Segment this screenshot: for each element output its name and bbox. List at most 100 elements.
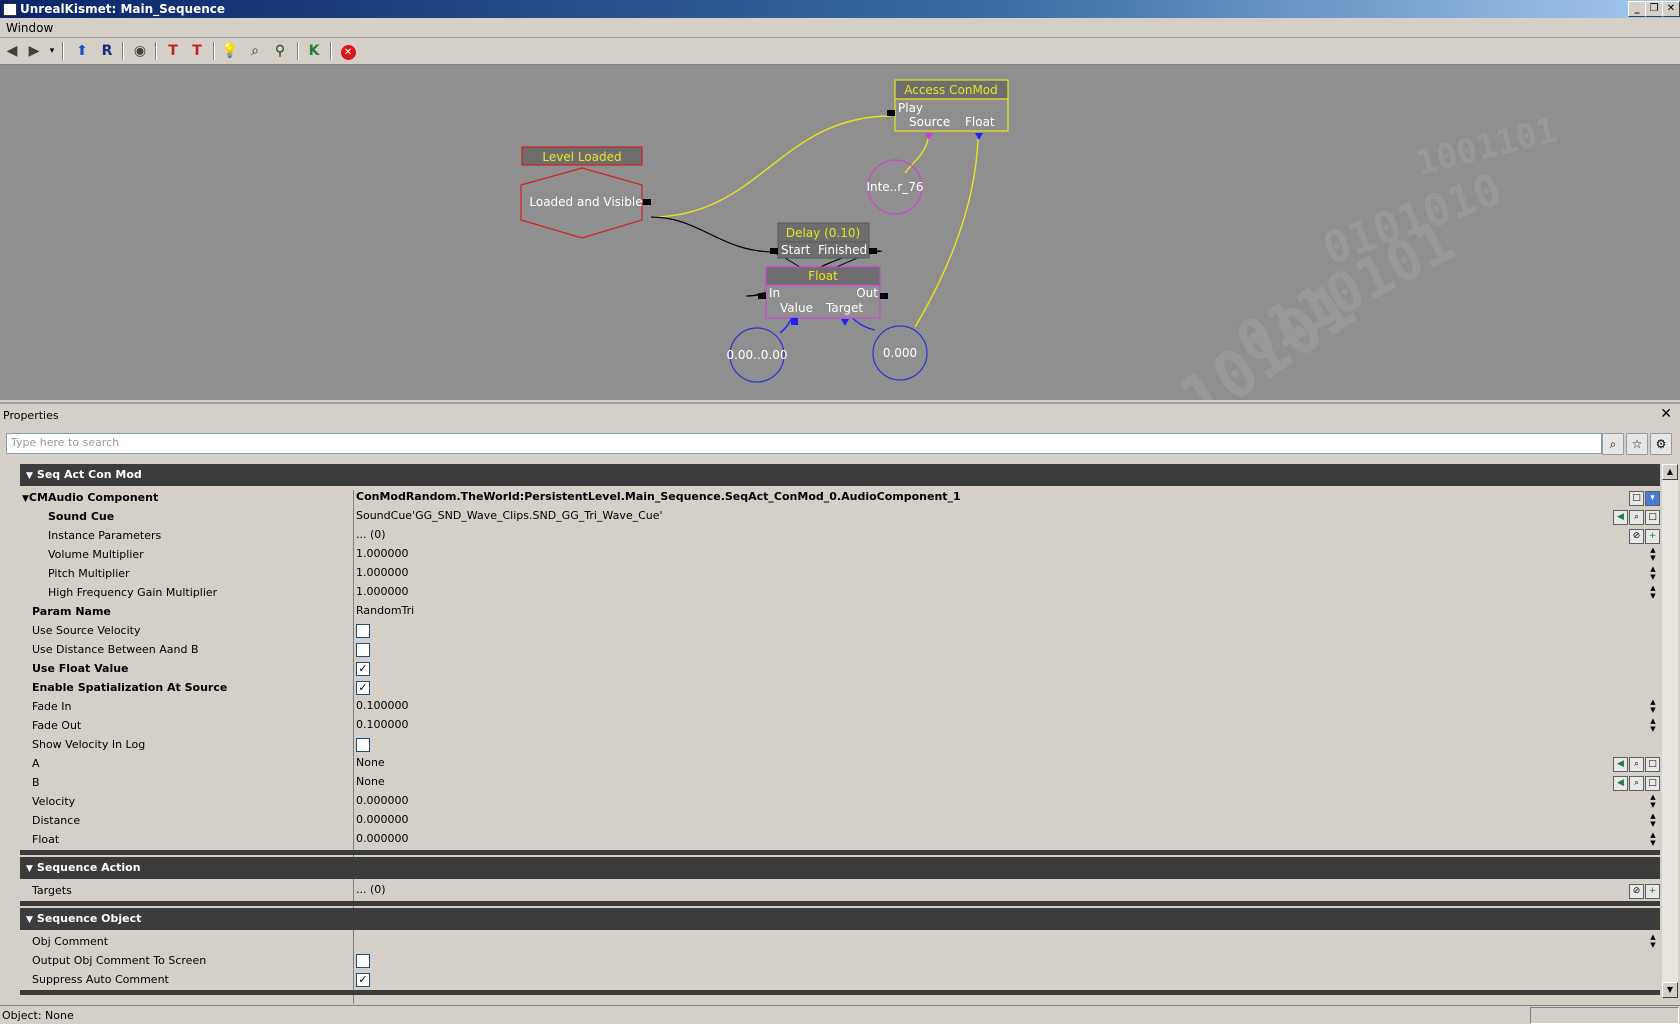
clear-icon[interactable]: □ <box>1645 757 1660 772</box>
browse-icon[interactable]: ⌕ <box>1629 510 1644 525</box>
clear-icon[interactable]: □ <box>1645 776 1660 791</box>
category-seq-act-con-mod[interactable]: ▼ Seq Act Con Mod <box>20 464 1660 486</box>
use-selected-icon[interactable]: ◀ <box>1613 510 1628 525</box>
object-variable-node[interactable]: Inte..r_76 <box>866 159 924 215</box>
enable-spatialization-checkbox[interactable]: ✓ <box>356 681 370 695</box>
property-row-sound-cue[interactable]: Sound Cue SoundCue'GG_SND_Wave_Clips.SND… <box>20 507 1660 526</box>
add-item-icon[interactable]: + <box>1645 529 1660 544</box>
value-spinner-icon[interactable]: ▲ ▼ <box>1648 698 1658 714</box>
float-var-connector[interactable] <box>975 133 983 140</box>
float-target-connector[interactable] <box>841 319 849 326</box>
value-spinner-icon[interactable]: ▲ ▼ <box>1648 546 1658 562</box>
float-in-connector[interactable] <box>758 293 766 299</box>
empty-array-icon[interactable]: ⊘ <box>1629 884 1644 899</box>
value-spinner-icon[interactable]: ▲ ▼ <box>1648 793 1658 809</box>
property-row-volume-multiplier[interactable]: Volume Multiplier 1.000000 ▲ ▼ <box>20 545 1660 564</box>
bulb-icon[interactable]: 💡 <box>220 41 240 61</box>
property-grid-scrollbar[interactable]: ▲ ▼ <box>1662 464 1678 998</box>
close-properties-icon[interactable]: ✕ <box>1660 406 1672 422</box>
use-source-velocity-checkbox[interactable] <box>356 624 370 638</box>
toggle-links-icon[interactable]: T <box>163 41 183 61</box>
value-spinner-icon[interactable]: ▲ ▼ <box>1648 717 1658 733</box>
kismet-graph-canvas[interactable]: 0110101 0101010 1001101 10101 Level Load… <box>0 65 1680 400</box>
use-selected-icon[interactable]: ◀ <box>1613 776 1628 791</box>
scroll-down-icon[interactable]: ▼ <box>1662 982 1678 998</box>
binoculars-icon[interactable]: ⚲ <box>270 41 290 61</box>
minimize-button[interactable]: _ <box>1628 1 1646 17</box>
collapse-arrow-icon[interactable]: ▼ <box>22 494 29 504</box>
suppress-comment-checkbox[interactable]: ✓ <box>356 973 370 987</box>
property-row-cmaudio-component[interactable]: ▼CMAudio Component ConModRandom.TheWorld… <box>20 488 1660 507</box>
property-row-instance-parameters[interactable]: Instance Parameters ... (0) ⊘ + <box>20 526 1660 545</box>
property-row-output-obj-comment[interactable]: Output Obj Comment To Screen <box>20 951 1660 970</box>
use-selected-icon[interactable]: ◀ <box>1613 757 1628 772</box>
property-row-distance[interactable]: Distance 0.000000 ▲ ▼ <box>20 811 1660 830</box>
property-row-use-float-value[interactable]: Use Float Value ✓ <box>20 659 1660 678</box>
float-variable-node[interactable]: 0.000 <box>872 325 928 381</box>
parent-sequence-icon[interactable]: ⬆ <box>72 41 92 61</box>
delay-node[interactable]: Delay (0.10) Start Finished <box>770 222 877 259</box>
delay-start-connector[interactable] <box>770 248 778 254</box>
property-row-obj-comment[interactable]: Obj Comment ▲ ▼ <box>20 932 1660 951</box>
value-spinner-icon[interactable]: ▲ ▼ <box>1648 933 1658 949</box>
property-row-use-source-velocity[interactable]: Use Source Velocity <box>20 621 1660 640</box>
float-node[interactable]: Float In Out Value Target <box>758 266 888 326</box>
property-row-b[interactable]: B None ◀ ⌕ □ <box>20 773 1660 792</box>
property-row-use-distance[interactable]: Use Distance Between Aand B <box>20 640 1660 659</box>
loaded-output-connector[interactable] <box>643 199 651 205</box>
property-row-suppress-auto-comment[interactable]: Suppress Auto Comment ✓ <box>20 970 1660 989</box>
stop-icon[interactable]: ✕ <box>338 41 358 61</box>
source-var-connector[interactable] <box>925 133 933 140</box>
browse-icon[interactable]: ⌕ <box>1629 757 1644 772</box>
show-velocity-checkbox[interactable] <box>356 738 370 752</box>
kismet-k-icon[interactable]: K <box>304 41 324 61</box>
property-row-enable-spatialization[interactable]: Enable Spatialization At Source ✓ <box>20 678 1660 697</box>
access-conmod-node[interactable]: Access ConMod Play Source Float <box>887 79 1009 140</box>
property-row-targets[interactable]: Targets ... (0) ⊘ + <box>20 881 1660 900</box>
category-sequence-object[interactable]: ▼ Sequence Object <box>20 908 1660 930</box>
output-comment-checkbox[interactable] <box>356 954 370 968</box>
category-sequence-action[interactable]: ▼ Sequence Action <box>20 857 1660 879</box>
back-arrow-icon[interactable]: ◀ <box>2 41 22 61</box>
favorites-star-icon[interactable]: ☆ <box>1626 433 1648 455</box>
dropdown-icon[interactable]: ▾ <box>1645 491 1660 506</box>
browse-icon[interactable]: ⌕ <box>1629 776 1644 791</box>
property-row-float[interactable]: Float 0.000000 ▲ ▼ <box>20 830 1660 849</box>
property-row-show-velocity-in-log[interactable]: Show Velocity In Log <box>20 735 1660 754</box>
property-row-fade-out[interactable]: Fade Out 0.100000 ▲ ▼ <box>20 716 1660 735</box>
property-row-velocity[interactable]: Velocity 0.000000 ▲ ▼ <box>20 792 1660 811</box>
use-distance-checkbox[interactable] <box>356 643 370 657</box>
forward-arrow-icon[interactable]: ▶ <box>24 41 44 61</box>
search-icon[interactable]: ⌕ <box>1602 433 1624 455</box>
property-row-a[interactable]: A None ◀ ⌕ □ <box>20 754 1660 773</box>
toggle-links-alt-icon[interactable]: T <box>187 41 207 61</box>
empty-array-icon[interactable]: ⊘ <box>1629 529 1644 544</box>
clear-icon[interactable]: □ <box>1645 510 1660 525</box>
use-float-value-checkbox[interactable]: ✓ <box>356 662 370 676</box>
float-value-connector[interactable] <box>791 318 798 325</box>
float-out-connector[interactable] <box>880 293 888 299</box>
close-window-button[interactable]: ✕ <box>1662 1 1680 17</box>
value-spinner-icon[interactable]: ▲ ▼ <box>1648 584 1658 600</box>
property-row-param-name[interactable]: Param Name RandomTri <box>20 602 1660 621</box>
play-input-connector[interactable] <box>887 110 895 116</box>
value-spinner-icon[interactable]: ▲ ▼ <box>1648 565 1658 581</box>
scroll-up-icon[interactable]: ▲ <box>1662 464 1678 480</box>
property-row-high-frequency-gain[interactable]: High Frequency Gain Multiplier 1.000000 … <box>20 583 1660 602</box>
property-row-pitch-multiplier[interactable]: Pitch Multiplier 1.000000 ▲ ▼ <box>20 564 1660 583</box>
add-item-icon[interactable]: + <box>1645 884 1660 899</box>
refresh-icon[interactable]: R <box>97 41 117 61</box>
level-loaded-node[interactable]: Level Loaded Loaded and Visible <box>520 146 651 239</box>
history-dropdown-icon[interactable]: ▾ <box>46 41 58 61</box>
hide-connectors-icon[interactable]: ◉ <box>130 41 150 61</box>
menu-window[interactable]: Window <box>6 21 53 35</box>
value-spinner-icon[interactable]: ▲ ▼ <box>1648 812 1658 828</box>
search-icon[interactable]: ⌕ <box>245 41 265 61</box>
clear-icon[interactable]: □ <box>1629 491 1644 506</box>
lock-filter-icon[interactable]: ⚙ <box>1650 433 1672 455</box>
maximize-button[interactable]: ❐ <box>1645 1 1663 17</box>
value-spinner-icon[interactable]: ▲ ▼ <box>1648 831 1658 847</box>
property-search-input[interactable] <box>7 434 1595 451</box>
range-variable-node[interactable]: 0.00..0.00 <box>726 327 788 383</box>
delay-finished-connector[interactable] <box>869 248 877 254</box>
